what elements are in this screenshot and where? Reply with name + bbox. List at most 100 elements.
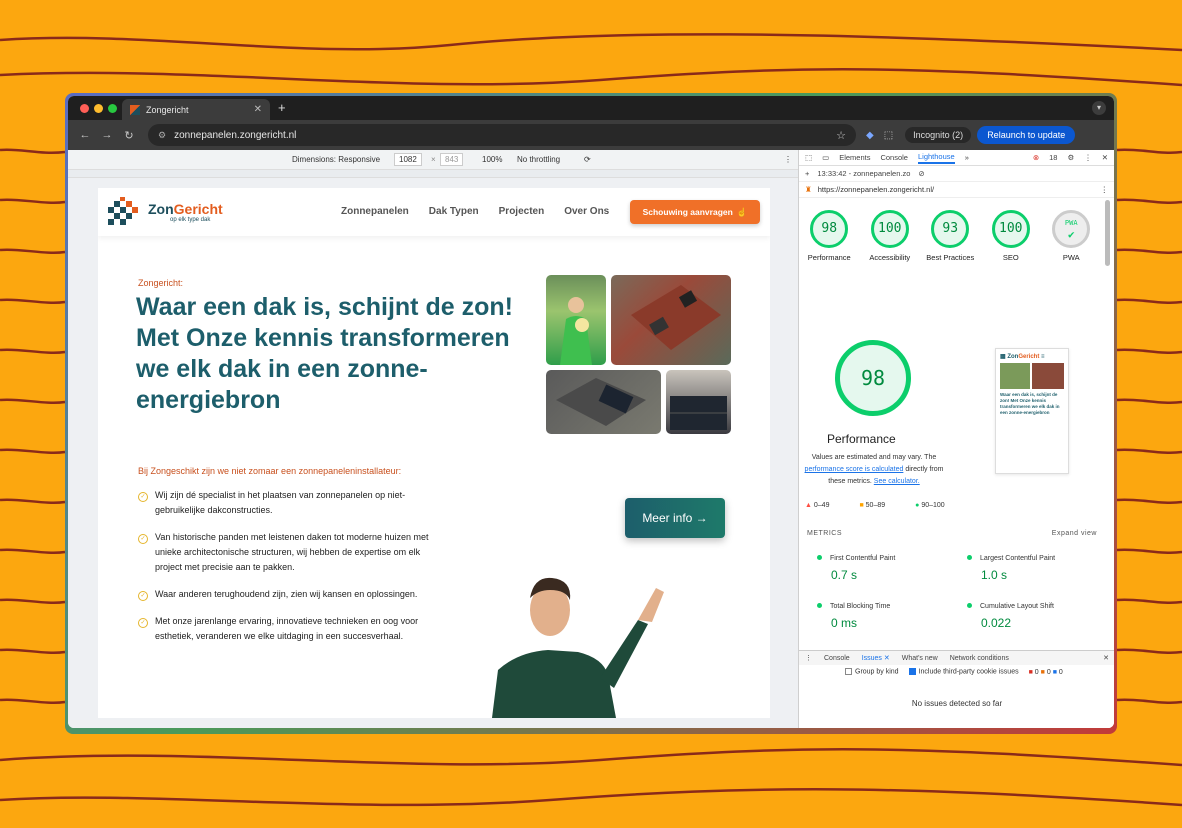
thumb-logo: ▦ ZonGericht ≡ bbox=[1000, 354, 1045, 360]
legend-average: ■ 50–89 bbox=[859, 502, 885, 509]
minimize-window-button[interactable] bbox=[94, 103, 103, 113]
close-drawer-icon[interactable]: ✕ bbox=[1103, 654, 1109, 662]
close-window-button[interactable] bbox=[80, 103, 89, 113]
logo[interactable]: ZonGericht op elk type dak bbox=[148, 201, 223, 223]
drawer-tab-issues[interactable]: Issues ✕ bbox=[862, 654, 890, 662]
nav-over-ons[interactable]: Over Ons bbox=[564, 206, 609, 217]
tab-search-chevron-icon[interactable]: ▾ bbox=[1092, 101, 1106, 115]
metric-value: 0.7 s bbox=[831, 568, 858, 582]
circle-icon: ● bbox=[915, 502, 920, 509]
dimensions-select[interactable]: Dimensions: Responsive bbox=[292, 155, 380, 164]
bookmark-star-icon[interactable]: ☆ bbox=[836, 129, 846, 142]
nav-projecten[interactable]: Projecten bbox=[499, 206, 545, 217]
gauge-accessibility[interactable]: 100 Accessibility bbox=[860, 210, 921, 262]
clear-icon[interactable]: ⊘ bbox=[918, 169, 924, 178]
metric-name: Total Blocking Time bbox=[830, 603, 891, 610]
report-menu-icon[interactable]: ⋮ bbox=[1101, 185, 1109, 194]
new-tab-button[interactable]: + bbox=[278, 100, 286, 115]
score-gauges: 98 Performance 100 Accessibility 93 Best Pr… bbox=[799, 210, 1107, 262]
gauge-label: Best Practices bbox=[926, 253, 975, 262]
hero-intro: Bij Zongeschikt zijn we niet zomaar een … bbox=[138, 466, 402, 476]
page-screenshot-thumbnail: ▦ ZonGericht ≡ Waar een dak is, schijnt … bbox=[995, 348, 1069, 474]
list-item: ✓ Waar anderen terughoudend zijn, zien wi… bbox=[138, 587, 438, 602]
close-devtools-icon[interactable]: ✕ bbox=[1102, 153, 1108, 162]
gauge-performance[interactable]: 98 Performance bbox=[799, 210, 860, 262]
tab-elements[interactable]: Elements bbox=[839, 153, 870, 162]
height-input[interactable]: 843 bbox=[440, 153, 464, 166]
tab-lighthouse[interactable]: Lighthouse bbox=[917, 152, 955, 164]
browser-tab[interactable]: Zongericht ✕ bbox=[122, 99, 270, 120]
gauge-pwa[interactable]: PWA ✔ PWA bbox=[1041, 210, 1102, 262]
device-more-icon[interactable]: ⋮ bbox=[784, 155, 792, 164]
rotate-icon[interactable]: ⟳ bbox=[584, 155, 591, 164]
error-icon[interactable]: ⊗ bbox=[1033, 153, 1039, 162]
legend-fail: ▲ 0–49 bbox=[805, 502, 829, 509]
legend-label: 50–89 bbox=[865, 502, 886, 509]
maximize-window-button[interactable] bbox=[108, 103, 117, 113]
url-field[interactable]: ⚙ zonnepanelen.zongericht.nl ☆ bbox=[148, 124, 856, 146]
nav-dak-typen[interactable]: Dak Typen bbox=[429, 206, 479, 217]
score-value: 100 bbox=[870, 210, 909, 248]
gauge-seo[interactable]: 100 SEO bbox=[981, 210, 1042, 262]
close-tab-icon[interactable]: ✕ bbox=[254, 104, 262, 115]
pass-dot-icon bbox=[967, 555, 972, 560]
incognito-indicator[interactable]: Incognito (2) bbox=[905, 127, 972, 143]
tab-console[interactable]: Console bbox=[880, 153, 908, 162]
drawer-tab-console[interactable]: Console bbox=[824, 655, 850, 662]
square-icon: ■ bbox=[859, 502, 864, 509]
extensions-puzzle-icon[interactable]: ⬚ bbox=[884, 130, 893, 141]
thumb-photos bbox=[1000, 363, 1064, 389]
site-info-icon[interactable]: ⚙ bbox=[158, 130, 166, 141]
schouwing-aanvragen-button[interactable]: Schouwing aanvragen ☝ bbox=[630, 200, 760, 224]
title-bar: Zongericht ✕ + ▾ bbox=[68, 96, 1114, 120]
inspect-icon[interactable]: ⬚ bbox=[805, 153, 812, 162]
hero-headline: Waar een dak is, schijnt de zon! Met Onz… bbox=[136, 292, 536, 416]
relaunch-button[interactable]: Relaunch to update bbox=[977, 126, 1076, 144]
throttling-select[interactable]: No throttling bbox=[517, 155, 560, 164]
metric-value: 0 ms bbox=[831, 616, 858, 630]
device-toolbar: Dimensions: Responsive 1082 × 843 100% N… bbox=[68, 150, 798, 170]
forward-icon[interactable]: → bbox=[96, 129, 118, 141]
devtools-drawer: ⋮ Console Issues ✕ What's new Network co… bbox=[799, 650, 1114, 728]
zoom-select[interactable]: 100% bbox=[482, 155, 502, 164]
width-input[interactable]: 1082 bbox=[394, 153, 422, 166]
issues-options: Group by kind Include third-party cookie… bbox=[799, 665, 1114, 679]
score-calculated-link[interactable]: performance score is calculated bbox=[805, 466, 904, 473]
check-icon: ✓ bbox=[138, 492, 148, 502]
hero-kicker: Zongericht: bbox=[138, 278, 184, 288]
lighthouse-icon: ♜ bbox=[805, 185, 812, 194]
man-pointing-photo bbox=[492, 577, 664, 718]
meer-info-button[interactable]: Meer info → bbox=[625, 498, 725, 538]
device-toggle-icon[interactable]: ▭ bbox=[822, 153, 829, 162]
logo-icon bbox=[108, 197, 138, 225]
group-by-kind-checkbox[interactable]: Group by kind bbox=[845, 668, 899, 676]
extension-icon[interactable]: ◆ bbox=[866, 130, 874, 141]
drawer-tab-whats-new[interactable]: What's new bbox=[902, 655, 938, 662]
pwa-badge: PWA ✔ bbox=[1052, 210, 1091, 248]
tab-title: Zongericht bbox=[146, 104, 189, 115]
reload-icon[interactable]: ↻ bbox=[118, 129, 140, 142]
drawer-tab-network-conditions[interactable]: Network conditions bbox=[950, 655, 1009, 662]
report-select[interactable]: 13:33:42 - zonnepanelen.zo bbox=[817, 169, 910, 178]
logo-gericht: Gericht bbox=[173, 201, 223, 217]
drawer-menu-icon[interactable]: ⋮ bbox=[805, 654, 812, 662]
gauge-best-practices[interactable]: 93 Best Practices bbox=[920, 210, 981, 262]
devtools-more-icon[interactable]: ⋮ bbox=[1084, 153, 1092, 162]
more-tabs-icon[interactable]: » bbox=[965, 153, 969, 162]
report-url: https://zonnepanelen.zongericht.nl/ bbox=[817, 185, 935, 194]
nav-zonnepanelen[interactable]: Zonnepanelen bbox=[341, 206, 409, 217]
back-icon[interactable]: ← bbox=[74, 129, 96, 141]
third-party-checkbox[interactable]: Include third-party cookie issues bbox=[908, 668, 1019, 676]
metric-name: Cumulative Layout Shift bbox=[980, 603, 1054, 610]
no-issues-message: No issues detected so far bbox=[911, 699, 1003, 708]
solar-roof-icon bbox=[556, 378, 646, 426]
pointer-hand-icon: ☝ bbox=[736, 206, 748, 217]
pass-dot-icon bbox=[817, 603, 822, 608]
check-icon: ✓ bbox=[138, 534, 148, 544]
metric-value: 0.022 bbox=[981, 616, 1012, 630]
new-report-icon[interactable]: + bbox=[805, 169, 809, 178]
calculator-link[interactable]: See calculator. bbox=[874, 478, 920, 485]
settings-gear-icon[interactable]: ⚙ bbox=[1067, 153, 1074, 162]
expand-view-toggle[interactable]: Expand view bbox=[1052, 530, 1097, 537]
metric-name: Largest Contentful Paint bbox=[980, 555, 1056, 562]
